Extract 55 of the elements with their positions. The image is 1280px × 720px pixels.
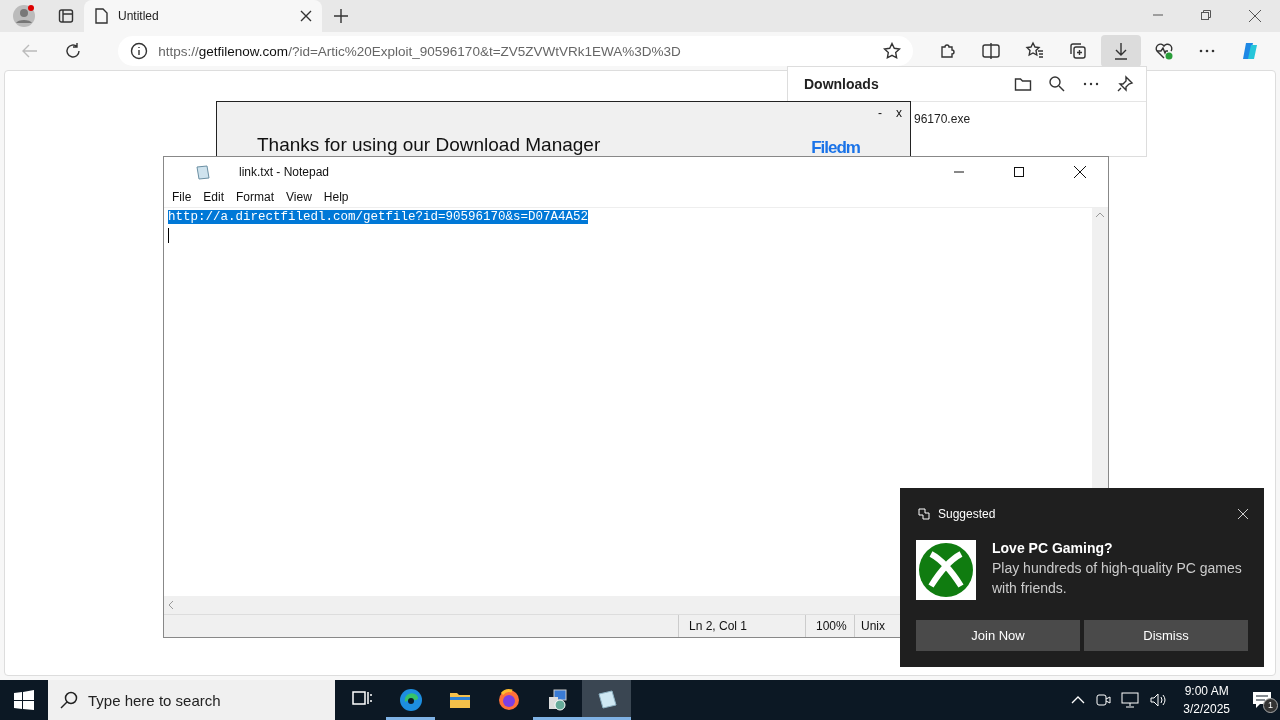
split-screen-icon[interactable] [981,41,1002,61]
pin-icon[interactable] [1116,75,1134,93]
close-icon[interactable] [1074,166,1086,178]
profile-icon[interactable] [12,4,36,28]
menu-item[interactable]: Help [317,190,355,204]
page-icon [94,8,108,24]
new-tab-icon[interactable] [334,9,348,23]
download-filename[interactable]: 96170.exe [914,112,971,126]
text-caret [168,228,169,243]
close-icon[interactable] [300,10,312,22]
notepad-icon [195,164,211,180]
maximize-icon[interactable] [1014,167,1024,177]
taskbar-app[interactable] [582,680,631,720]
toast-button[interactable]: Dismiss [1084,620,1248,651]
menu-item[interactable]: File [166,190,198,204]
windows-start-icon[interactable] [14,690,34,710]
tab-actions-icon[interactable] [58,8,74,24]
browser-tab[interactable]: Untitled [84,0,322,32]
search-icon [60,691,78,709]
logo-text: Filedm [811,138,860,157]
search-field[interactable]: Type here to search [48,680,335,720]
menu-item[interactable]: Format [230,190,281,204]
panel-title: Downloads [804,76,880,92]
status-text: 100% [805,615,854,637]
clock-date[interactable]: 3/2/2025 [1183,700,1230,718]
restore-icon[interactable] [1201,10,1211,20]
favorites-icon[interactable] [1024,41,1045,61]
menu-item[interactable]: View [280,190,318,204]
health-heart-icon[interactable] [1154,41,1175,61]
status-text: Ln 2, Col 1 [678,615,805,637]
window-title: link.txt - Notepad [239,165,331,179]
folder-icon[interactable] [1014,75,1032,93]
window-button[interactable]: x [896,106,902,120]
game-logo-icon [916,540,976,600]
search-icon[interactable] [1048,75,1066,93]
collections-icon[interactable] [1067,41,1088,61]
suggested-icon [918,508,930,520]
toast-header: Suggested [938,507,997,521]
close-icon[interactable] [1249,10,1261,22]
status-text: Unix [854,615,895,637]
notification-count: 1 [1263,698,1278,713]
firefox-icon [496,688,521,712]
favorite-star-icon[interactable] [883,42,901,60]
info-icon[interactable] [130,42,149,60]
meet-icon[interactable] [1095,692,1112,708]
toast-title: Love PC Gaming? [992,540,1114,556]
menu-item[interactable]: Edit [197,190,231,204]
toast-button[interactable]: Join Now [916,620,1080,651]
popup-heading: Thanks for using our Download Manager [257,134,602,156]
address-field[interactable]: https://getfilenow.com/?id=Artic%20Exploit_90596170&t=ZV5ZVWtVRk1EWA%3D%3D [118,36,913,66]
edge-browser-icon [398,688,423,712]
clock-time[interactable]: 9:00 AM [1183,682,1230,700]
volume-icon[interactable] [1149,692,1168,708]
toast-message: Play hundreds of high-quality PC games with friends. [992,559,1242,598]
network-icon[interactable] [1121,692,1140,708]
